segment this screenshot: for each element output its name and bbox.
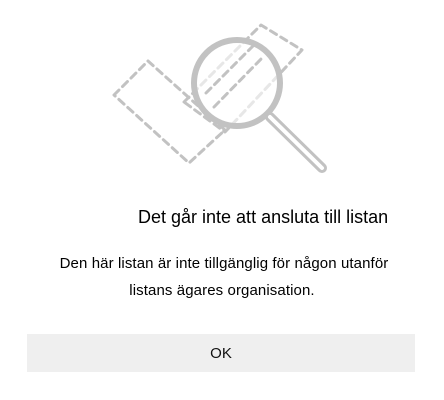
magnifier-dashed-documents-icon [112,23,327,173]
dialog-message-line-1: Den här listan är inte tillgänglig för n… [59,255,389,272]
ok-button[interactable]: OK [27,334,415,372]
dialog-title: Det går inte att ansluta till listan [138,207,389,227]
dialog-message: Den här listan är inte tillgänglig för n… [0,250,444,304]
dialog-message-line-2: listans ägares organisation. [129,282,315,299]
